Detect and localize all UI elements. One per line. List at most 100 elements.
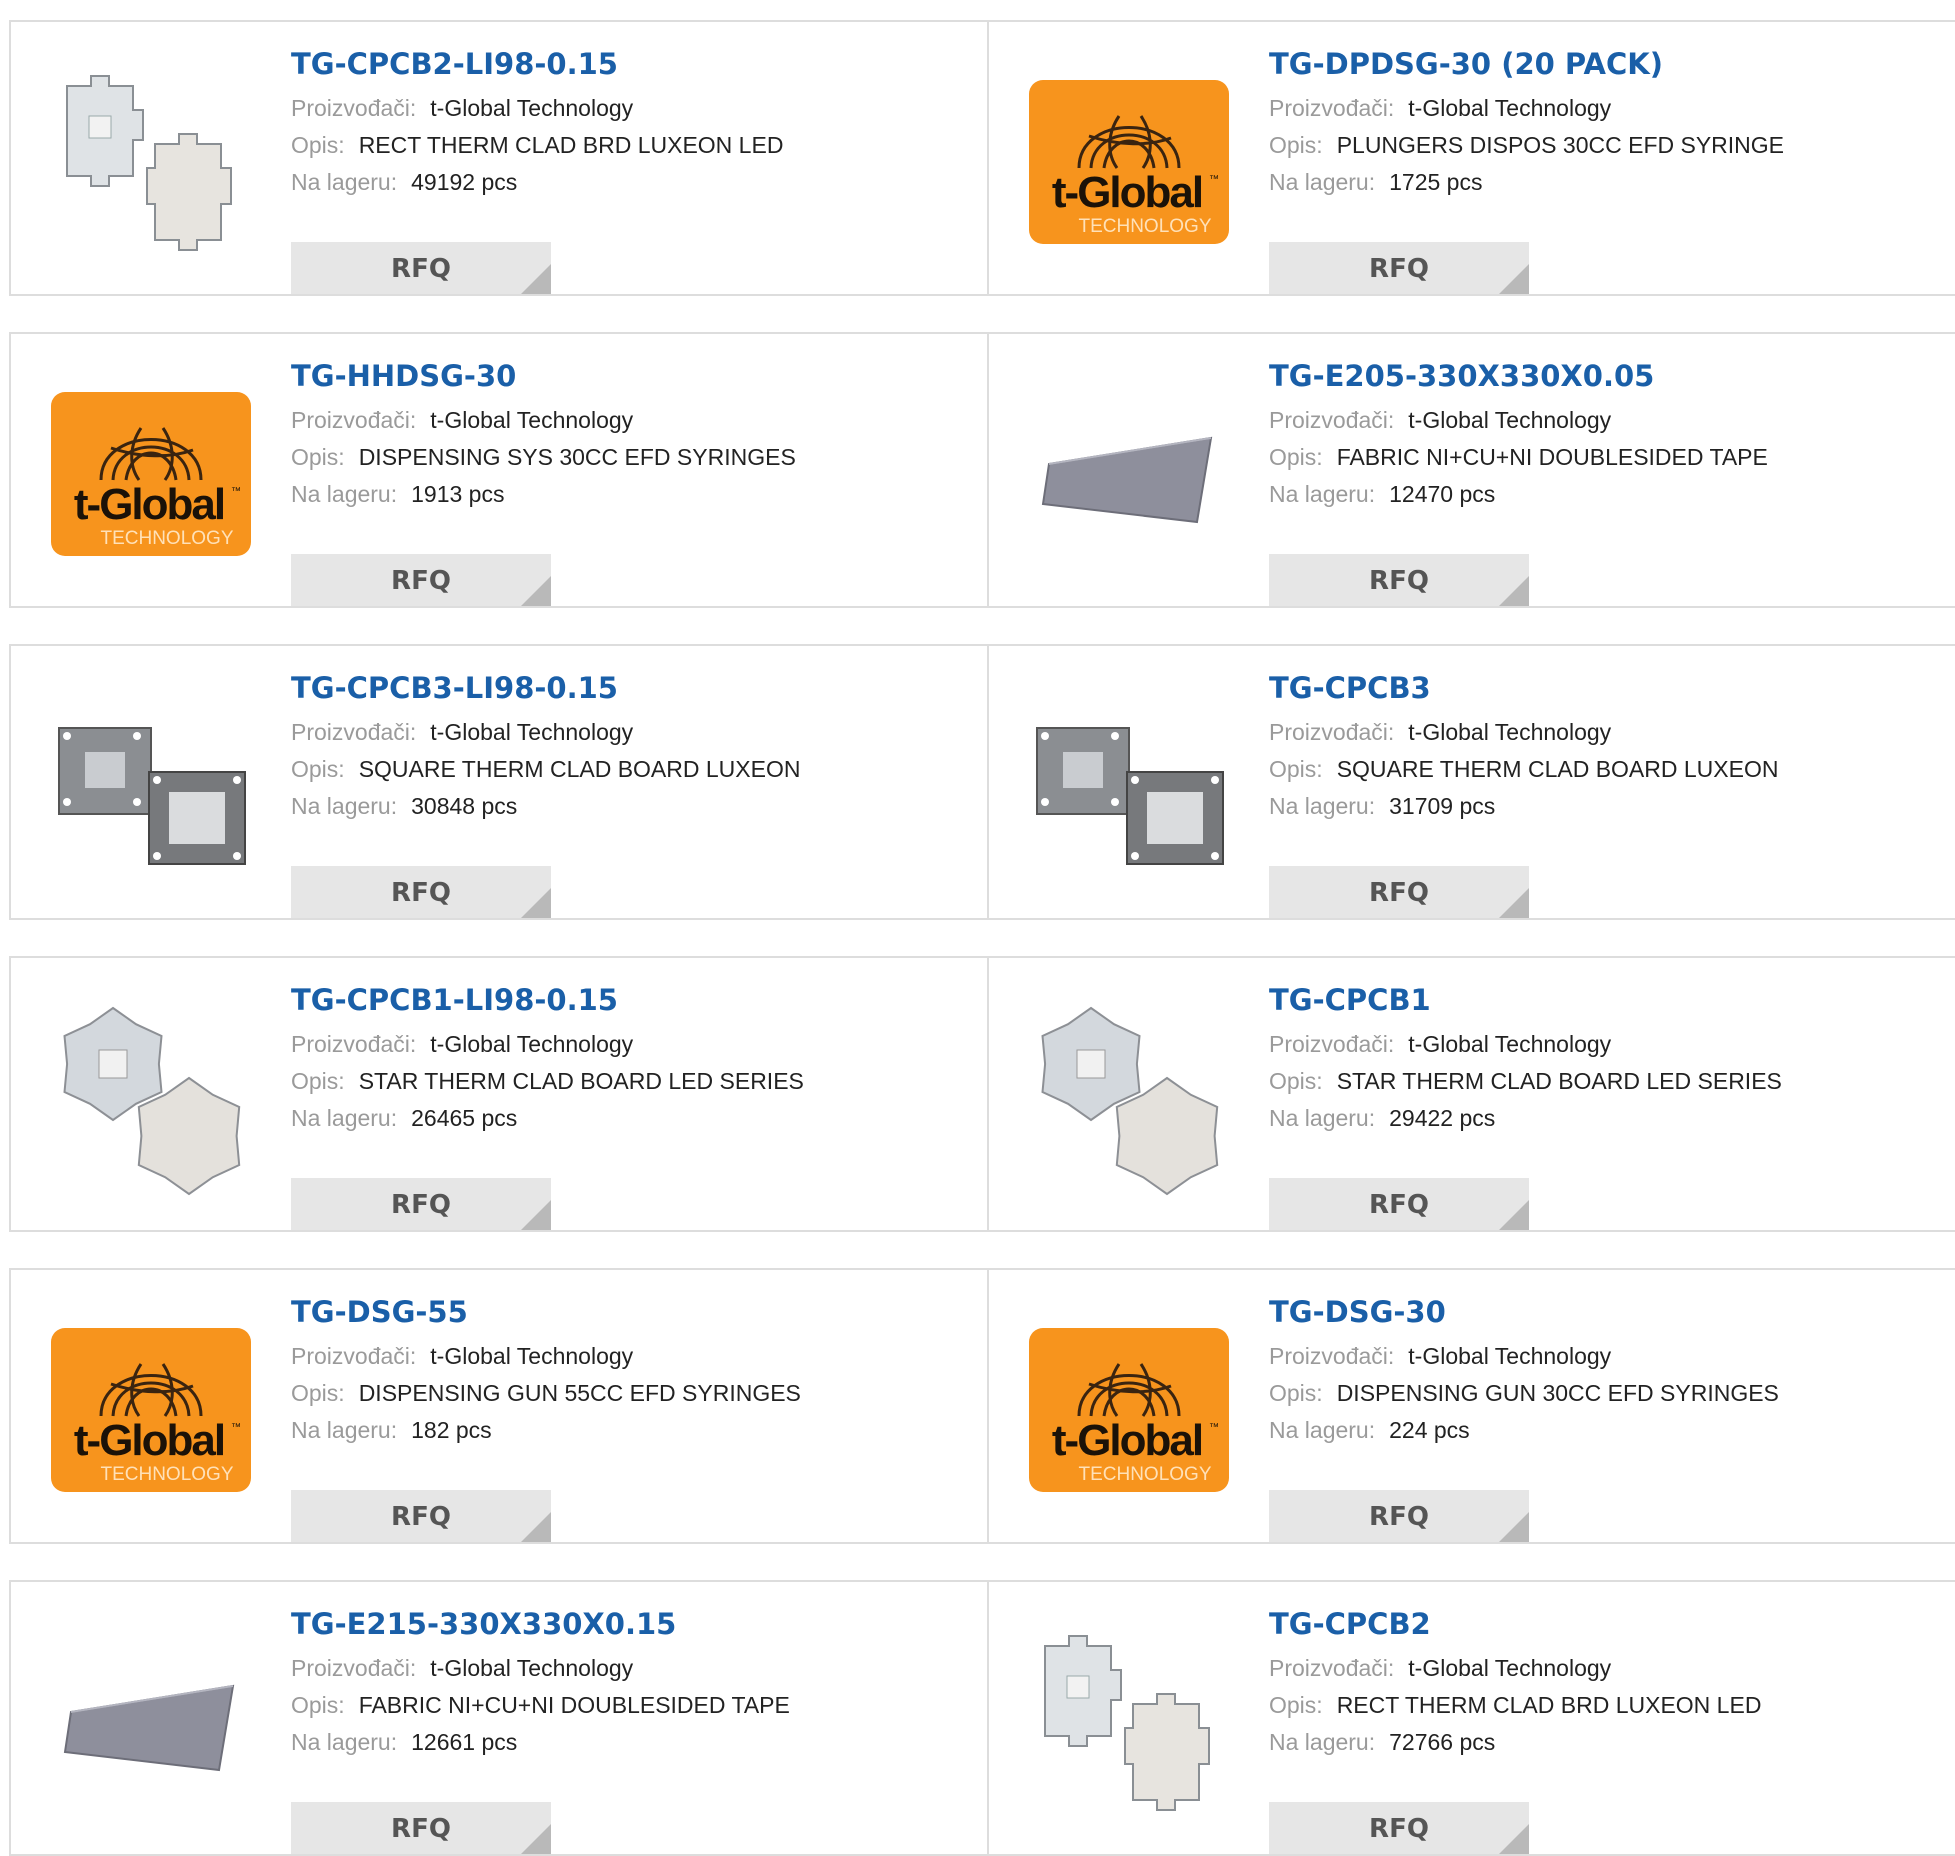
manufacturer-label: Proizvođači:	[291, 95, 417, 121]
rfq-button[interactable]: RFQ	[291, 1490, 551, 1542]
stock-label: Na lageru:	[1269, 1417, 1376, 1443]
description-label: Opis:	[1269, 1068, 1323, 1094]
svg-text:TECHNOLOGY: TECHNOLOGY	[1078, 1464, 1211, 1485]
stock-label: Na lageru:	[291, 1105, 398, 1131]
rfq-label: RFQ	[391, 1190, 451, 1220]
description-value: DISPENSING GUN 30CC EFD SYRINGES	[1336, 1380, 1779, 1406]
corner-triangle-icon	[521, 1824, 551, 1854]
product-image[interactable]: t-Global ™ TECHNOLOGY	[51, 1312, 251, 1512]
product-title-link[interactable]: TG-CPCB2	[1269, 1604, 1955, 1644]
rfq-button[interactable]: RFQ	[291, 554, 551, 606]
product-title-link[interactable]: TG-DPDSG-30 (20 PACK)	[1269, 44, 1955, 84]
description-label: Opis:	[1269, 132, 1323, 158]
description-label: Opis:	[291, 444, 345, 470]
product-card: TG-CPCB2 Proizvođači: t-Global Technology…	[987, 1580, 1955, 1856]
rfq-button[interactable]: RFQ	[291, 1802, 551, 1854]
product-title-link[interactable]: TG-CPCB1-LI98-0.15	[291, 980, 977, 1020]
description-value: RECT THERM CLAD BRD LUXEON LED	[1336, 1692, 1762, 1718]
product-card: TG-E215-330X330X0.15 Proizvođači: t-Globa…	[9, 1580, 989, 1856]
rfq-button[interactable]: RFQ	[1269, 866, 1529, 918]
rfq-button[interactable]: RFQ	[1269, 554, 1529, 606]
product-image[interactable]: t-Global ™ TECHNOLOGY	[1029, 64, 1229, 264]
stock-value: 29422 pcs	[1389, 1105, 1496, 1131]
rfq-button[interactable]: RFQ	[291, 242, 551, 294]
description-label: Opis:	[291, 132, 345, 158]
svg-text:™: ™	[1209, 1422, 1219, 1433]
product-title-link[interactable]: TG-CPCB1	[1269, 980, 1955, 1020]
product-image[interactable]	[1029, 376, 1229, 576]
svg-text:TECHNOLOGY: TECHNOLOGY	[1078, 216, 1211, 237]
product-title-link[interactable]: TG-E215-330X330X0.15	[291, 1604, 977, 1644]
stock-value: 12470 pcs	[1389, 481, 1496, 507]
product-title-link[interactable]: TG-CPCB2-LI98-0.15	[291, 44, 977, 84]
product-grid: TG-CPCB2-LI98-0.15 Proizvođači: t-Global …	[0, 0, 1955, 1856]
product-image[interactable]: t-Global ™ TECHNOLOGY	[51, 376, 251, 576]
manufacturer-label: Proizvođači:	[291, 1343, 417, 1369]
product-title-link[interactable]: TG-DSG-30	[1269, 1292, 1955, 1332]
manufacturer-label: Proizvođači:	[291, 1655, 417, 1681]
product-image[interactable]	[51, 64, 251, 264]
product-title-link[interactable]: TG-CPCB3	[1269, 668, 1955, 708]
stock-label: Na lageru:	[291, 1729, 398, 1755]
t-global-logo: t-Global ™ TECHNOLOGY	[1029, 1328, 1229, 1492]
rfq-label: RFQ	[391, 878, 451, 908]
product-card: t-Global ™ TECHNOLOGY TG-DSG-55 Proizvođač…	[9, 1268, 989, 1544]
manufacturer-value: t-Global Technology	[1408, 1655, 1612, 1681]
product-image[interactable]	[51, 1000, 251, 1200]
product-card: t-Global ™ TECHNOLOGY TG-DPDSG-30 (20 PACK…	[987, 20, 1955, 296]
rfq-button[interactable]: RFQ	[1269, 1490, 1529, 1542]
product-image[interactable]	[1029, 688, 1229, 888]
product-image[interactable]	[1029, 1000, 1229, 1200]
rfq-button[interactable]: RFQ	[291, 1178, 551, 1230]
product-image[interactable]	[1029, 1624, 1229, 1824]
manufacturer-label: Proizvođači:	[1269, 407, 1395, 433]
product-image[interactable]	[51, 1624, 251, 1824]
description-value: SQUARE THERM CLAD BOARD LUXEON	[358, 756, 801, 782]
svg-text:TECHNOLOGY: TECHNOLOGY	[100, 1464, 233, 1485]
stock-label: Na lageru:	[1269, 169, 1376, 195]
stock-value: 1913 pcs	[411, 481, 505, 507]
rfq-button[interactable]: RFQ	[1269, 1802, 1529, 1854]
product-card: TG-CPCB2-LI98-0.15 Proizvođači: t-Global …	[9, 20, 989, 296]
product-title-link[interactable]: TG-HHDSG-30	[291, 356, 977, 396]
stock-label: Na lageru:	[291, 169, 398, 195]
corner-triangle-icon	[1499, 888, 1529, 918]
corner-triangle-icon	[1499, 576, 1529, 606]
stock-value: 12661 pcs	[411, 1729, 518, 1755]
product-image[interactable]: t-Global ™ TECHNOLOGY	[1029, 1312, 1229, 1512]
product-title-link[interactable]: TG-E205-330X330X0.05	[1269, 356, 1955, 396]
svg-text:TECHNOLOGY: TECHNOLOGY	[100, 528, 233, 549]
description-label: Opis:	[291, 756, 345, 782]
stock-label: Na lageru:	[291, 793, 398, 819]
description-value: DISPENSING SYS 30CC EFD SYRINGES	[358, 444, 796, 470]
manufacturer-value: t-Global Technology	[1408, 1343, 1612, 1369]
square-board-icon	[1036, 727, 1224, 865]
description-label: Opis:	[291, 1380, 345, 1406]
manufacturer-label: Proizvođači:	[1269, 719, 1395, 745]
svg-text:t-Global: t-Global	[74, 1416, 224, 1465]
rfq-button[interactable]: RFQ	[1269, 242, 1529, 294]
manufacturer-label: Proizvođači:	[291, 1031, 417, 1057]
corner-triangle-icon	[521, 1200, 551, 1230]
manufacturer-label: Proizvođači:	[1269, 1343, 1395, 1369]
manufacturer-label: Proizvođači:	[1269, 1031, 1395, 1057]
description-value: SQUARE THERM CLAD BOARD LUXEON	[1336, 756, 1779, 782]
rfq-button[interactable]: RFQ	[1269, 1178, 1529, 1230]
rfq-label: RFQ	[1369, 566, 1429, 596]
rfq-button[interactable]: RFQ	[291, 866, 551, 918]
product-card: TG-CPCB3 Proizvođači: t-Global Technology…	[987, 644, 1955, 920]
description-value: STAR THERM CLAD BOARD LED SERIES	[1336, 1068, 1782, 1094]
manufacturer-label: Proizvođači:	[291, 407, 417, 433]
manufacturer-value: t-Global Technology	[430, 1343, 634, 1369]
product-card: TG-E205-330X330X0.05 Proizvođači: t-Globa…	[987, 332, 1955, 608]
product-title-link[interactable]: TG-CPCB3-LI98-0.15	[291, 668, 977, 708]
product-title-link[interactable]: TG-DSG-55	[291, 1292, 977, 1332]
stock-label: Na lageru:	[1269, 1729, 1376, 1755]
t-global-logo: t-Global ™ TECHNOLOGY	[1029, 80, 1229, 244]
manufacturer-value: t-Global Technology	[430, 719, 634, 745]
product-image[interactable]	[51, 688, 251, 888]
description-value: FABRIC NI+CU+NI DOUBLESIDED TAPE	[358, 1692, 790, 1718]
manufacturer-value: t-Global Technology	[1408, 95, 1612, 121]
product-card: t-Global ™ TECHNOLOGY TG-HHDSG-30 Proizvođ…	[9, 332, 989, 608]
t-global-logo: t-Global ™ TECHNOLOGY	[51, 392, 251, 556]
